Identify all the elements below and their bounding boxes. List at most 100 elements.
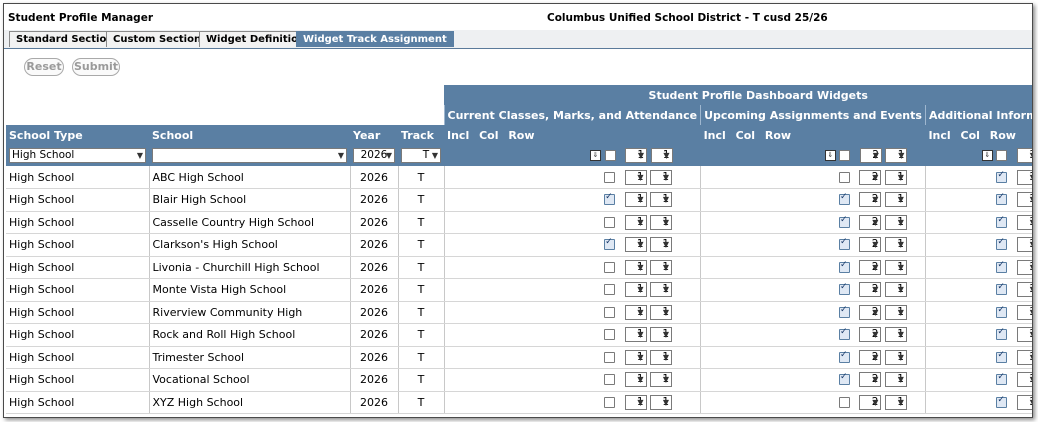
w2-row-select[interactable]: 1 ▼ — [885, 148, 908, 163]
w3-incl-checkbox[interactable] — [996, 170, 1008, 183]
w3-incl-checkbox[interactable] — [996, 372, 1008, 386]
w1-row-select[interactable]: 1 ▼ — [650, 259, 673, 275]
w2-incl-checkbox[interactable] — [838, 282, 850, 296]
w2-incl-checkbox[interactable] — [838, 305, 850, 318]
w1-row-select[interactable]: 1 ▼ — [650, 327, 673, 343]
w1-col-select[interactable]: 1 ▼ — [625, 148, 648, 163]
w1-col-select[interactable]: 1 ▼ — [624, 394, 647, 410]
w1-row-select[interactable]: 1 ▼ — [650, 349, 673, 365]
w2-incl-checkbox[interactable] — [838, 327, 850, 341]
w3-incl-checkbox[interactable] — [996, 237, 1008, 251]
w3-incl-checkbox[interactable] — [996, 395, 1008, 408]
w2-incl-checkbox[interactable] — [838, 372, 850, 386]
w3-col-select[interactable]: 3▼ — [1016, 169, 1032, 185]
w3-col-select[interactable]: 3▼ — [1016, 327, 1032, 343]
school-select[interactable]: ▼ — [152, 148, 347, 163]
w1-incl-checkbox[interactable] — [604, 216, 616, 228]
w2-row-select[interactable]: 1 ▼ — [884, 372, 907, 388]
reset-button[interactable]: Reset — [24, 58, 64, 76]
w3-col-select[interactable]: 3▼ — [1016, 394, 1032, 410]
w3-col-select[interactable]: 3▼ — [1016, 214, 1032, 230]
w1-col-select[interactable]: 1 ▼ — [624, 169, 647, 185]
w1-row-select[interactable]: 1 ▼ — [650, 192, 673, 208]
w1-incl-all-checkbox[interactable] — [604, 150, 616, 161]
w2-col-select[interactable]: 2 ▼ — [859, 394, 882, 410]
w2-incl-checkbox[interactable] — [838, 396, 850, 408]
w2-incl-checkbox[interactable] — [838, 237, 850, 251]
submit-button[interactable]: Submit — [72, 58, 120, 76]
w2-col-select[interactable]: 2 ▼ — [859, 282, 882, 298]
fill-down-icon[interactable]: ⇓ — [981, 150, 993, 161]
w2-incl-checkbox[interactable] — [838, 350, 850, 363]
w2-col-select[interactable]: 2 ▼ — [859, 148, 882, 163]
w3-incl-checkbox[interactable] — [996, 282, 1008, 296]
w1-col-select[interactable]: 1 ▼ — [624, 214, 647, 230]
w2-col-select[interactable]: 2 ▼ — [859, 327, 882, 343]
w3-col-select[interactable]: 3▼ — [1016, 148, 1032, 163]
w1-incl-checkbox[interactable] — [604, 306, 616, 318]
w1-col-select[interactable]: 1 ▼ — [624, 304, 647, 320]
w2-col-select[interactable]: 2 ▼ — [859, 349, 882, 365]
w1-incl-checkbox[interactable] — [604, 237, 616, 251]
track-select[interactable]: T ▼ — [401, 148, 441, 163]
w1-row-select[interactable]: 1 ▼ — [650, 214, 673, 230]
w1-row-select[interactable]: 1 ▼ — [650, 169, 673, 185]
w1-row-select[interactable]: 1 ▼ — [650, 372, 673, 388]
w1-incl-checkbox[interactable] — [604, 351, 616, 363]
w3-incl-checkbox[interactable] — [996, 327, 1008, 341]
w1-col-select[interactable]: 1 ▼ — [624, 349, 647, 365]
w1-incl-checkbox[interactable] — [604, 171, 616, 183]
w2-col-select[interactable]: 2 ▼ — [859, 192, 882, 208]
w1-row-select[interactable]: 1 ▼ — [650, 148, 673, 163]
w3-col-select[interactable]: 3▼ — [1016, 304, 1032, 320]
w2-row-select[interactable]: 1 ▼ — [884, 214, 907, 230]
w1-col-select[interactable]: 1 ▼ — [624, 237, 647, 253]
fill-down-icon[interactable]: ⇓ — [590, 150, 602, 161]
w2-col-select[interactable]: 2 ▼ — [859, 304, 882, 320]
w2-incl-checkbox[interactable] — [838, 171, 850, 183]
fill-down-icon[interactable]: ⇓ — [824, 150, 836, 161]
w1-incl-checkbox[interactable] — [604, 329, 616, 341]
w2-incl-all-checkbox[interactable] — [839, 150, 851, 161]
w1-col-select[interactable]: 1 ▼ — [624, 259, 647, 275]
tab-custom-sections[interactable]: Custom Sections — [106, 31, 215, 47]
w2-col-select[interactable]: 2 ▼ — [859, 237, 882, 253]
w3-incl-checkbox[interactable] — [996, 305, 1008, 318]
w2-row-select[interactable]: 1 ▼ — [884, 327, 907, 343]
w1-incl-checkbox[interactable] — [604, 261, 616, 273]
w2-row-select[interactable]: 1 ▼ — [884, 237, 907, 253]
w1-incl-checkbox[interactable] — [604, 192, 616, 206]
w2-row-select[interactable]: 1 ▼ — [884, 394, 907, 410]
w1-incl-checkbox[interactable] — [604, 374, 616, 386]
year-select[interactable]: 2026 ▼ — [353, 148, 395, 163]
tab-widget-track-assignment[interactable]: Widget Track Assignment — [296, 31, 454, 47]
w2-row-select[interactable]: 1 ▼ — [884, 349, 907, 365]
w3-col-select[interactable]: 3▼ — [1016, 349, 1032, 365]
w3-incl-checkbox[interactable] — [996, 192, 1008, 206]
w1-col-select[interactable]: 1 ▼ — [624, 372, 647, 388]
w1-col-select[interactable]: 1 ▼ — [624, 327, 647, 343]
w3-col-select[interactable]: 3▼ — [1016, 372, 1032, 388]
school-type-select[interactable]: High School ▼ — [9, 148, 146, 163]
w2-row-select[interactable]: 1 ▼ — [884, 169, 907, 185]
w2-incl-checkbox[interactable] — [838, 260, 850, 273]
w1-col-select[interactable]: 1 ▼ — [624, 282, 647, 298]
w3-col-select[interactable]: 3▼ — [1016, 282, 1032, 298]
w3-incl-checkbox[interactable] — [996, 260, 1008, 273]
w3-incl-checkbox[interactable] — [996, 215, 1008, 228]
w2-incl-checkbox[interactable] — [838, 215, 850, 228]
w1-row-select[interactable]: 1 ▼ — [650, 237, 673, 253]
w3-col-select[interactable]: 3▼ — [1016, 237, 1032, 253]
w2-col-select[interactable]: 2 ▼ — [859, 259, 882, 275]
w2-incl-checkbox[interactable] — [838, 192, 850, 206]
w2-row-select[interactable]: 1 ▼ — [884, 192, 907, 208]
w2-row-select[interactable]: 1 ▼ — [884, 259, 907, 275]
w2-col-select[interactable]: 2 ▼ — [859, 169, 882, 185]
w3-col-select[interactable]: 3▼ — [1016, 259, 1032, 275]
w2-row-select[interactable]: 1 ▼ — [884, 304, 907, 320]
w2-row-select[interactable]: 1 ▼ — [884, 282, 907, 298]
w1-incl-checkbox[interactable] — [604, 396, 616, 408]
w2-col-select[interactable]: 2 ▼ — [859, 372, 882, 388]
w3-incl-all-checkbox[interactable] — [996, 150, 1008, 161]
w3-col-select[interactable]: 3▼ — [1016, 192, 1032, 208]
